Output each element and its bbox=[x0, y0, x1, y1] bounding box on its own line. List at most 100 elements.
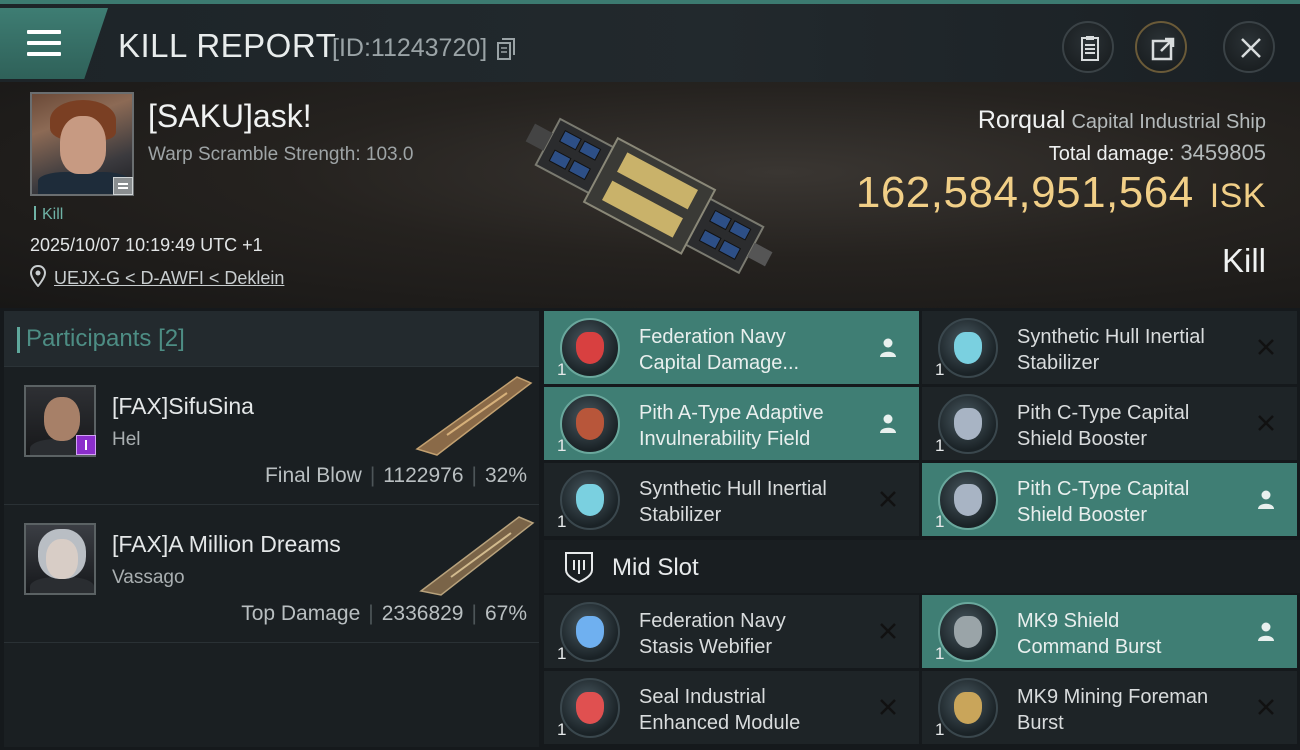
participant-name[interactable]: [FAX]A Million Dreams bbox=[112, 531, 341, 558]
industrial-module-icon bbox=[560, 678, 620, 738]
isk-unit: ISK bbox=[1209, 177, 1266, 215]
module-slot[interactable]: 1 MK9 Shield Command Burst bbox=[922, 595, 1297, 668]
kill-datetime: 2025/10/07 10:19:49 UTC +1 bbox=[30, 235, 263, 255]
participant-ship: Hel bbox=[112, 429, 141, 450]
module-slot[interactable]: 1 Synthetic Hull Inertial Stabilizer bbox=[544, 463, 919, 536]
module-slot[interactable]: 1 Federation Navy Capital Damage... bbox=[544, 311, 919, 384]
pilot-icon[interactable] bbox=[877, 412, 899, 434]
victim-name[interactable]: [SAKU]ask! bbox=[148, 98, 312, 135]
participants-label: Participants bbox=[26, 325, 152, 352]
close-icon[interactable] bbox=[877, 696, 899, 718]
participant-role: Final Blow bbox=[264, 464, 362, 487]
ship-class: Capital Industrial Ship bbox=[1071, 111, 1266, 133]
victim-panel: [SAKU]ask! Warp Scramble Strength: 103.0… bbox=[0, 82, 1300, 308]
module-quantity: 1 bbox=[935, 512, 945, 531]
participant-percent: 67% bbox=[484, 602, 527, 625]
module-name: Federation Navy Stasis Webifier bbox=[639, 610, 786, 658]
top-bar: KILL REPORT [ID:11243720] bbox=[0, 0, 1300, 82]
close-icon bbox=[1241, 38, 1261, 58]
participant-name[interactable]: [FAX]SifuSina bbox=[112, 393, 254, 420]
module-slot[interactable]: 1 MK9 Mining Foreman Burst bbox=[922, 671, 1297, 744]
participant-stats: Top Damage | 2336829 | 67% bbox=[241, 602, 527, 625]
module-name: Federation Navy Capital Damage... bbox=[639, 326, 800, 374]
module-quantity: 1 bbox=[935, 436, 945, 455]
participant-role: Top Damage bbox=[241, 602, 361, 625]
clipboard-icon bbox=[1081, 36, 1099, 61]
participant-row[interactable]: [FAX]SifuSina Hel Final Blow | 1122976 | 32% bbox=[4, 367, 539, 505]
hull-stabilizer-icon bbox=[560, 470, 620, 530]
module-name: Synthetic Hull Inertial Stabilizer bbox=[639, 478, 827, 526]
kill-result: Kill bbox=[1221, 242, 1266, 279]
mid-slot-header: Mid Slot bbox=[544, 540, 1300, 593]
mining-burst-icon bbox=[938, 678, 998, 738]
hamburger-icon bbox=[27, 30, 61, 56]
module-quantity: 1 bbox=[557, 644, 567, 663]
close-button[interactable] bbox=[1223, 21, 1275, 73]
module-quantity: 1 bbox=[557, 436, 567, 455]
module-quantity: 1 bbox=[557, 720, 567, 739]
victim-ship-name[interactable]: Rorqual Capital Industrial Ship bbox=[978, 106, 1266, 135]
ship-type-name: Rorqual bbox=[977, 106, 1066, 134]
fitting-slots: 1 Federation Navy Capital Damage... 1 Syn… bbox=[544, 311, 1300, 747]
command-burst-icon bbox=[938, 602, 998, 662]
mid-slot-label: Mid Slot bbox=[612, 554, 699, 581]
shield-booster-icon bbox=[938, 394, 998, 454]
participant-avatar[interactable] bbox=[24, 523, 96, 595]
total-damage-value: 3459805 bbox=[1180, 140, 1266, 165]
close-icon[interactable] bbox=[877, 488, 899, 510]
close-icon[interactable] bbox=[1255, 412, 1277, 434]
module-name: MK9 Shield Command Burst bbox=[1017, 610, 1162, 658]
module-slot[interactable]: 1 Federation Navy Stasis Webifier bbox=[544, 595, 919, 668]
pilot-icon[interactable] bbox=[877, 336, 899, 358]
participant-damage: 2336829 bbox=[381, 602, 464, 625]
module-name: Pith A-Type Adaptive Invulnerability Fiel… bbox=[639, 402, 824, 450]
total-damage-label: Total damage: bbox=[1048, 143, 1175, 165]
participant-ship-image bbox=[419, 516, 535, 596]
kill-tag: Kill bbox=[34, 206, 63, 224]
menu-button[interactable] bbox=[0, 8, 108, 79]
warp-scramble-strength: Warp Scramble Strength: 103.0 bbox=[148, 144, 414, 165]
participant-row[interactable]: [FAX]A Million Dreams Vassago Top Damage… bbox=[4, 505, 539, 643]
external-link-icon bbox=[1151, 37, 1175, 61]
module-quantity: 1 bbox=[557, 360, 567, 379]
shield-module-icon bbox=[560, 394, 620, 454]
copy-icon[interactable] bbox=[497, 38, 515, 60]
pilot-icon[interactable] bbox=[1255, 620, 1277, 642]
module-slot[interactable]: 1 Pith A-Type Adaptive Invulnerability Fi… bbox=[544, 387, 919, 460]
total-damage: Total damage: 3459805 bbox=[1049, 140, 1266, 166]
module-slot[interactable]: 1 Synthetic Hull Inertial Stabilizer bbox=[922, 311, 1297, 384]
pilot-icon[interactable] bbox=[1255, 488, 1277, 510]
module-quantity: 1 bbox=[935, 720, 945, 739]
clipboard-button[interactable] bbox=[1062, 21, 1114, 73]
module-slot[interactable]: 1 Pith C-Type Capital Shield Booster bbox=[922, 387, 1297, 460]
location-pin-icon bbox=[30, 265, 46, 287]
page-title: KILL REPORT bbox=[118, 27, 337, 64]
participant-stats: Final Blow | 1122976 | 32% bbox=[264, 464, 527, 487]
close-icon[interactable] bbox=[1255, 336, 1277, 358]
module-name: Seal Industrial Enhanced Module bbox=[639, 686, 801, 734]
participants-header: Participants [2] bbox=[4, 311, 539, 367]
module-quantity: 1 bbox=[557, 512, 567, 531]
isk-value: 162,584,951,564 ISK bbox=[856, 168, 1266, 218]
participants-panel: Participants [2] [FAX]SifuSina Hel Final… bbox=[4, 311, 539, 747]
webifier-icon bbox=[560, 602, 620, 662]
share-button[interactable] bbox=[1135, 21, 1187, 73]
participant-ship-image bbox=[415, 376, 533, 456]
module-quantity: 1 bbox=[935, 644, 945, 663]
participant-damage: 1122976 bbox=[383, 464, 464, 487]
module-slot[interactable]: 1 Seal Industrial Enhanced Module bbox=[544, 671, 919, 744]
module-slot[interactable]: 1 Pith C-Type Capital Shield Booster bbox=[922, 463, 1297, 536]
menu-badge-icon bbox=[113, 177, 133, 195]
participants-count: [2] bbox=[158, 325, 185, 352]
module-name: Pith C-Type Capital Shield Booster bbox=[1017, 402, 1190, 450]
shield-booster-icon bbox=[938, 470, 998, 530]
victim-ship-image[interactable] bbox=[515, 100, 785, 290]
module-name: MK9 Mining Foreman Burst bbox=[1017, 686, 1209, 734]
kill-id: [ID:11243720] bbox=[332, 34, 488, 62]
module-name: Pith C-Type Capital Shield Booster bbox=[1017, 478, 1190, 526]
damage-module-icon bbox=[560, 318, 620, 378]
close-icon[interactable] bbox=[877, 620, 899, 642]
kill-location-link[interactable]: UEJX-G < D-AWFI < Deklein bbox=[54, 268, 284, 289]
info-badge-icon bbox=[76, 435, 96, 455]
close-icon[interactable] bbox=[1255, 696, 1277, 718]
